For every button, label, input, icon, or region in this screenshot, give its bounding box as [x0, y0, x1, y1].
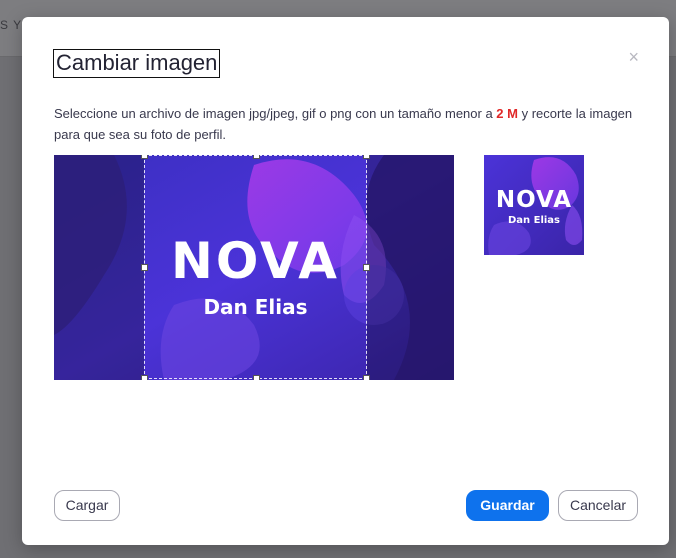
- crop-handle-bottom-left[interactable]: [141, 375, 148, 380]
- instructions-text-before: Seleccione un archivo de imagen jpg/jpeg…: [54, 106, 497, 121]
- crop-selection-box[interactable]: [141, 155, 370, 380]
- dialog-instructions: Seleccione un archivo de imagen jpg/jpeg…: [54, 103, 634, 145]
- preview-name: Dan Elias: [507, 215, 561, 226]
- crop-handle-left[interactable]: [141, 264, 148, 271]
- image-crop-area[interactable]: NOVA Dan Elias: [54, 155, 454, 380]
- crop-handle-right[interactable]: [363, 264, 370, 271]
- upload-button[interactable]: Cargar: [54, 490, 120, 521]
- crop-handle-bottom[interactable]: [253, 375, 260, 380]
- crop-handle-top-right[interactable]: [363, 155, 370, 159]
- close-icon[interactable]: ×: [628, 47, 639, 67]
- crop-handle-top[interactable]: [253, 155, 260, 159]
- avatar-preview: NOVA Dan Elias: [484, 155, 584, 255]
- preview-brand: NOVA: [495, 187, 573, 213]
- change-image-dialog: Cambiar imagen × Seleccione un archivo d…: [22, 17, 669, 545]
- crop-handle-bottom-right[interactable]: [363, 375, 370, 380]
- crop-handle-top-left[interactable]: [141, 155, 148, 159]
- size-limit-text: 2 M: [496, 106, 518, 121]
- cancel-button[interactable]: Cancelar: [558, 490, 638, 521]
- dialog-title: Cambiar imagen: [53, 49, 221, 78]
- save-button[interactable]: Guardar: [466, 490, 549, 521]
